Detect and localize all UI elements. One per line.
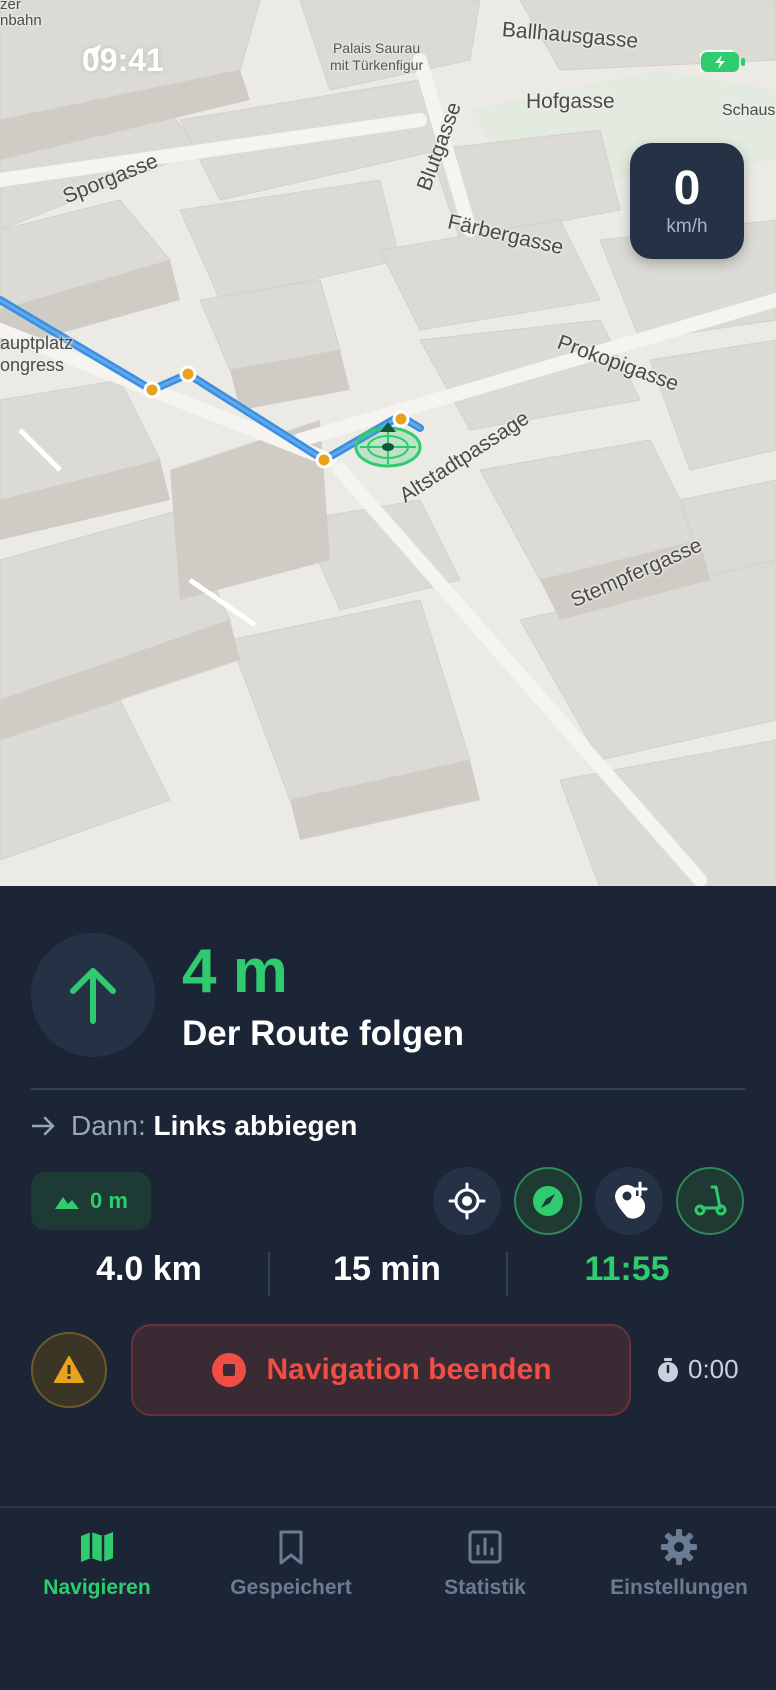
trip-timer-value: 0:00	[688, 1354, 739, 1384]
gear-icon	[661, 1529, 697, 1565]
map-view[interactable]: Ballhausgasse Hofgasse Sporgasse Blutgas…	[0, 0, 776, 888]
vehicle-mode-button[interactable]	[676, 1167, 744, 1235]
street-label: auptplatz	[0, 333, 74, 353]
poi-label: Palais Saurau mit Türkenfigur	[330, 40, 424, 73]
add-location-button[interactable]	[595, 1167, 663, 1235]
next-maneuver-action: Links abbiegen	[153, 1110, 358, 1141]
tab-navigieren[interactable]: Navigieren	[0, 1528, 194, 1600]
tab-label: Einstellungen	[610, 1576, 748, 1599]
tab-label: Statistik	[444, 1576, 526, 1599]
speed-unit: km/h	[666, 216, 708, 237]
tab-gespeichert[interactable]: Gespeichert	[194, 1528, 388, 1600]
mountain-icon	[55, 1197, 80, 1209]
battery-icon	[701, 52, 745, 72]
elevation-chip: 0 m	[31, 1172, 151, 1230]
status-time: 09:41	[82, 42, 164, 78]
compass-icon	[533, 1186, 563, 1216]
compass-button[interactable]	[514, 1167, 582, 1235]
navigation-panel: 4 m Der Route folgen Dann: Links abbiege…	[0, 886, 776, 1508]
street-label: ongress	[0, 355, 65, 375]
street-label: Schausp	[722, 102, 776, 119]
maneuver-instruction: Der Route folgen	[182, 1014, 464, 1053]
speed-value: 0	[673, 162, 701, 215]
divider	[31, 1088, 745, 1090]
location-arrow-icon	[84, 44, 102, 62]
recenter-icon	[448, 1182, 486, 1220]
arrow-right-icon	[31, 1116, 55, 1136]
next-maneuver-prefix: Dann:	[71, 1110, 146, 1141]
street-label: nbahn	[0, 12, 42, 29]
report-hazard-button[interactable]	[31, 1332, 107, 1408]
speed-indicator: 0 km/h	[630, 143, 744, 259]
warning-icon	[54, 1356, 84, 1383]
tab-einstellungen[interactable]: Einstellungen	[582, 1528, 776, 1600]
remaining-time: 15 min	[333, 1250, 441, 1288]
divider	[506, 1252, 508, 1296]
maneuver-distance: 4 m	[182, 937, 288, 1006]
add-location-icon	[615, 1181, 648, 1219]
stop-icon	[212, 1353, 247, 1387]
maneuver-indicator	[31, 933, 155, 1057]
arrow-up-icon	[70, 968, 116, 1024]
divider	[268, 1252, 270, 1296]
chart-icon	[468, 1530, 502, 1564]
end-navigation-label: Navigation beenden	[266, 1353, 552, 1386]
end-navigation-button[interactable]: Navigation beenden	[131, 1324, 631, 1416]
stopwatch-icon	[658, 1357, 678, 1382]
street-label: Hofgasse	[526, 90, 615, 113]
arrival-time: 11:55	[584, 1250, 670, 1288]
map-canvas	[0, 0, 776, 888]
remaining-distance: 4.0 km	[96, 1250, 202, 1288]
tab-bar: Navigieren Gespeichert Statistik Einstel…	[0, 1506, 776, 1690]
bookmark-icon	[279, 1530, 303, 1565]
trip-timer: 0:00	[656, 1354, 739, 1385]
scooter-icon	[694, 1185, 727, 1216]
recenter-button[interactable]	[433, 1167, 501, 1235]
tab-label: Gespeichert	[230, 1576, 352, 1599]
map-icon	[81, 1532, 113, 1562]
tab-statistik[interactable]: Statistik	[388, 1528, 582, 1600]
elevation-value: 0 m	[90, 1188, 128, 1213]
next-maneuver: Dann: Links abbiegen	[31, 1110, 357, 1142]
tab-label: Navigieren	[43, 1576, 151, 1599]
